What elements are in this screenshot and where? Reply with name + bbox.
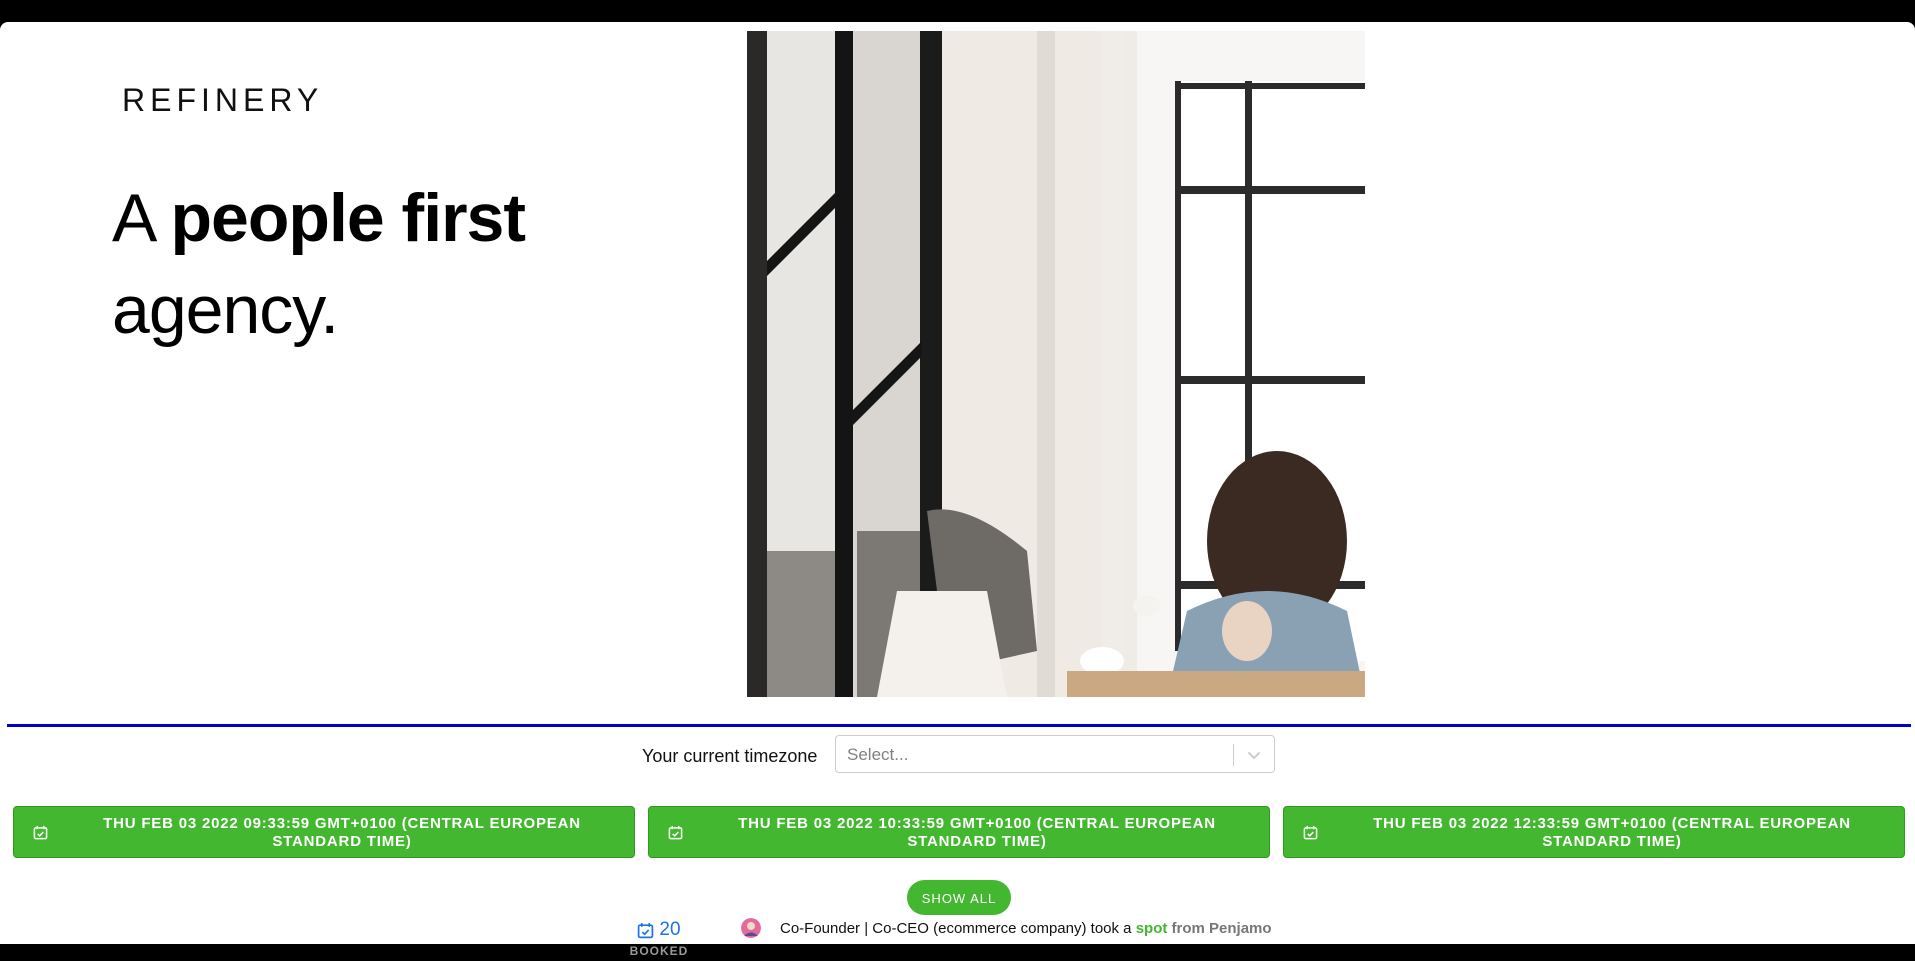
- select-separator: [1233, 744, 1234, 766]
- time-slots: Thu Feb 03 2022 09:33:59 GMT+0100 (Centr…: [13, 806, 1905, 858]
- time-slot-button[interactable]: Thu Feb 03 2022 09:33:59 GMT+0100 (Centr…: [13, 806, 635, 858]
- calendar-check-icon: [638, 922, 654, 938]
- time-slot-button[interactable]: Thu Feb 03 2022 12:33:59 GMT+0100 (Centr…: [1283, 806, 1905, 858]
- section-divider: [7, 724, 1911, 727]
- calendar-check-icon: [33, 825, 48, 840]
- logo-wordmark: REFINERY: [122, 82, 324, 118]
- calendar-check-icon: [1303, 825, 1318, 840]
- booked-count: 20: [659, 919, 681, 940]
- chevron-down-icon[interactable]: [1244, 745, 1264, 765]
- booked-label: BOOKED: [629, 944, 689, 958]
- timezone-select[interactable]: Select...: [835, 735, 1275, 773]
- timezone-row: Your current timezone Select...: [0, 735, 1915, 777]
- refinery-logo: REFINERY: [122, 80, 344, 160]
- time-slot-label: Thu Feb 03 2022 12:33:59 GMT+0100 (Centr…: [1373, 815, 1851, 850]
- avatar: [741, 918, 761, 938]
- timezone-label: Your current timezone: [642, 746, 818, 766]
- person-avatar-icon: [741, 918, 761, 938]
- booked-counter: 20 BOOKED: [628, 919, 690, 961]
- calendar-check-icon: [668, 825, 683, 840]
- activity-source: from Penjamo: [1167, 919, 1272, 937]
- headline: A people first agency.: [112, 172, 632, 356]
- headline-bold: people first: [170, 180, 526, 256]
- booking-page: REFINERY A people first agency. Your cur…: [0, 22, 1915, 958]
- time-slot-label: Thu Feb 03 2022 10:33:59 GMT+0100 (Centr…: [738, 815, 1216, 850]
- headline-lead: A: [112, 180, 154, 256]
- hero-photo-illustration: [747, 31, 1365, 697]
- timezone-placeholder: Select...: [847, 745, 909, 764]
- headline-rest: agency.: [112, 272, 339, 348]
- activity-description: Co-Founder | Co-CEO (ecommerce company) …: [780, 919, 1136, 937]
- hero-photo: [747, 31, 1365, 697]
- activity-spot: spot: [1135, 919, 1168, 937]
- recent-activity: Co-Founder | Co-CEO (ecommerce company) …: [741, 917, 1272, 939]
- activity-text: Co-Founder | Co-CEO (ecommerce company) …: [780, 920, 1272, 937]
- time-slot-label: Thu Feb 03 2022 09:33:59 GMT+0100 (Centr…: [103, 815, 581, 850]
- show-all-button[interactable]: SHOW ALL: [907, 880, 1011, 915]
- time-slot-button[interactable]: Thu Feb 03 2022 10:33:59 GMT+0100 (Centr…: [648, 806, 1270, 858]
